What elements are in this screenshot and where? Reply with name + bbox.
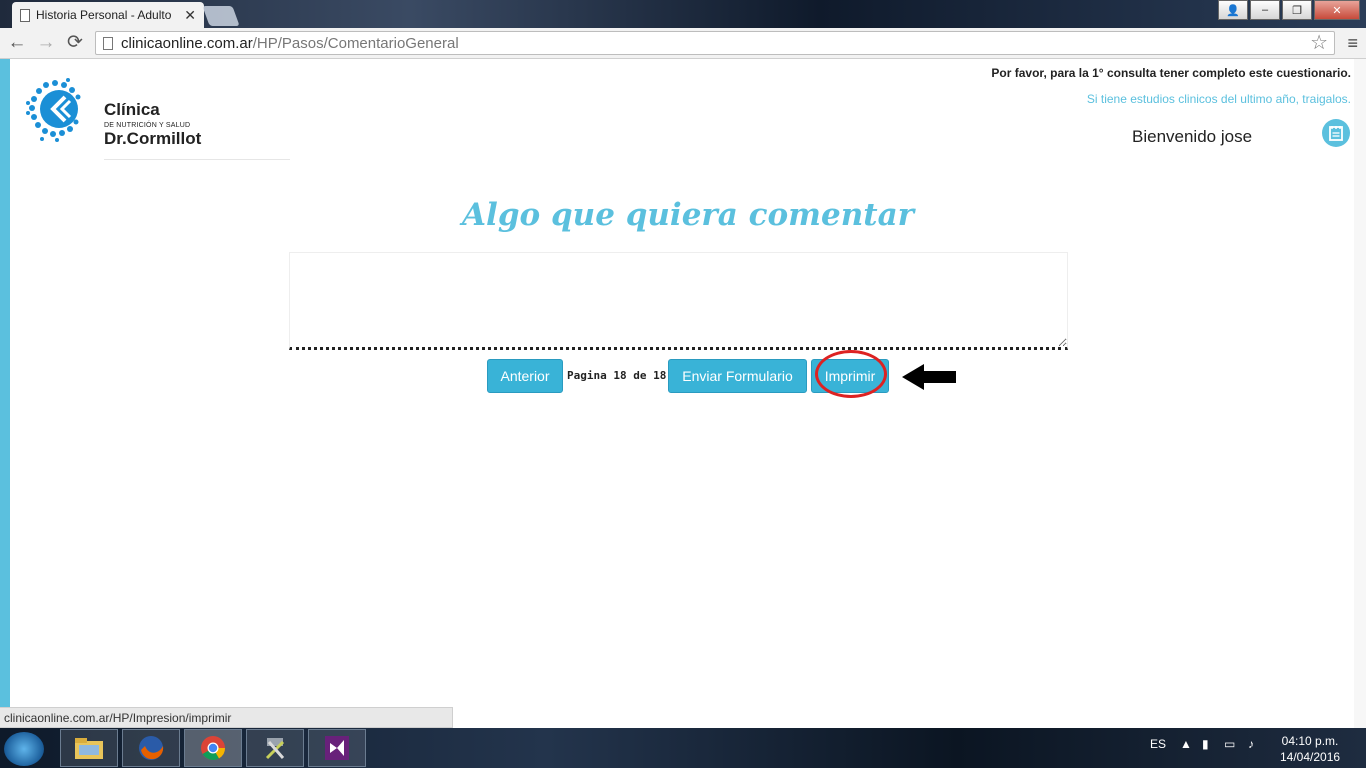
address-bar[interactable]: clinicaonline.com.ar/HP/Pasos/Comentario… (95, 31, 1335, 55)
network-icon[interactable]: ▭ (1224, 737, 1235, 751)
tab-title: Historia Personal - Adulto (36, 8, 172, 22)
url-host: clinicaonline.com.ar (121, 34, 253, 52)
page-icon (103, 36, 113, 50)
file-explorer-icon[interactable] (60, 729, 118, 767)
previous-button[interactable]: Anterior (487, 359, 563, 393)
page-content: Clínica DE NUTRICIÓN Y SALUD Dr.Cormillo… (0, 59, 1366, 728)
restore-button[interactable]: ❐ (1282, 0, 1312, 20)
volume-icon[interactable]: ♪ (1248, 737, 1254, 751)
notes-button[interactable] (1322, 119, 1350, 147)
battery-icon[interactable]: ▮ (1202, 737, 1209, 751)
language-indicator[interactable]: ES (1150, 737, 1166, 751)
page-icon (20, 8, 30, 22)
brand-clinica: Clínica (104, 100, 160, 119)
notepad-icon (1329, 126, 1343, 141)
tab-close-icon[interactable]: ✕ (184, 7, 196, 24)
brand-name: Dr.Cormillot (104, 129, 202, 148)
start-button[interactable] (4, 732, 44, 766)
studies-link[interactable]: Si tiene estudios clinicos del ultimo añ… (1087, 92, 1351, 106)
back-icon[interactable]: ← (6, 32, 28, 54)
window-controls: 👤 – ❐ ✕ (1216, 0, 1360, 20)
chrome-icon[interactable] (184, 729, 242, 767)
left-accent-bar (0, 59, 10, 728)
status-bar: clinicaonline.com.ar/HP/Impresion/imprim… (0, 707, 453, 728)
submit-form-button[interactable]: Enviar Formulario (668, 359, 807, 393)
forward-icon[interactable]: → (35, 32, 57, 54)
page-title: Algo que quiera comentar (462, 197, 914, 233)
comment-textarea[interactable] (289, 252, 1068, 350)
pagination-text: Pagina 18 de 18 (567, 369, 667, 382)
menu-icon[interactable]: ≡ (1347, 33, 1358, 53)
clock-date: 14/04/2016 (1280, 750, 1341, 764)
annotation-arrow-icon (902, 364, 956, 390)
welcome-text: Bienvenido jose (1132, 127, 1253, 146)
clinic-brand: Clínica DE NUTRICIÓN Y SALUD Dr.Cormillo… (104, 100, 201, 149)
tray-expand-icon[interactable]: ▲ (1180, 737, 1192, 751)
tools-icon[interactable] (246, 729, 304, 767)
clock-time: 04:10 p.m. (1281, 734, 1339, 748)
minimize-button[interactable]: – (1250, 0, 1280, 20)
divider (104, 159, 290, 160)
brand-subtitle: DE NUTRICIÓN Y SALUD (104, 122, 191, 129)
user-icon[interactable]: 👤 (1218, 0, 1248, 20)
url-path: /HP/Pasos/ComentarioGeneral (252, 34, 459, 52)
firefox-icon[interactable] (122, 729, 180, 767)
browser-toolbar: ← → ⟳ clinicaonline.com.ar/HP/Pasos/Come… (0, 28, 1366, 59)
reload-icon[interactable]: ⟳ (64, 32, 86, 54)
annotation-circle (815, 350, 887, 398)
scrollbar[interactable] (1354, 59, 1366, 728)
close-window-button[interactable]: ✕ (1314, 0, 1360, 20)
visual-studio-icon[interactable] (308, 729, 366, 767)
clinic-logo (26, 78, 81, 142)
system-clock[interactable]: 04:10 p.m. 14/04/2016 (1280, 733, 1340, 765)
questionnaire-notice: Por favor, para la 1° consulta tener com… (991, 66, 1351, 80)
bookmark-star-icon[interactable]: ☆ (1310, 32, 1328, 54)
browser-tab[interactable]: Historia Personal - Adulto ✕ (12, 2, 204, 28)
